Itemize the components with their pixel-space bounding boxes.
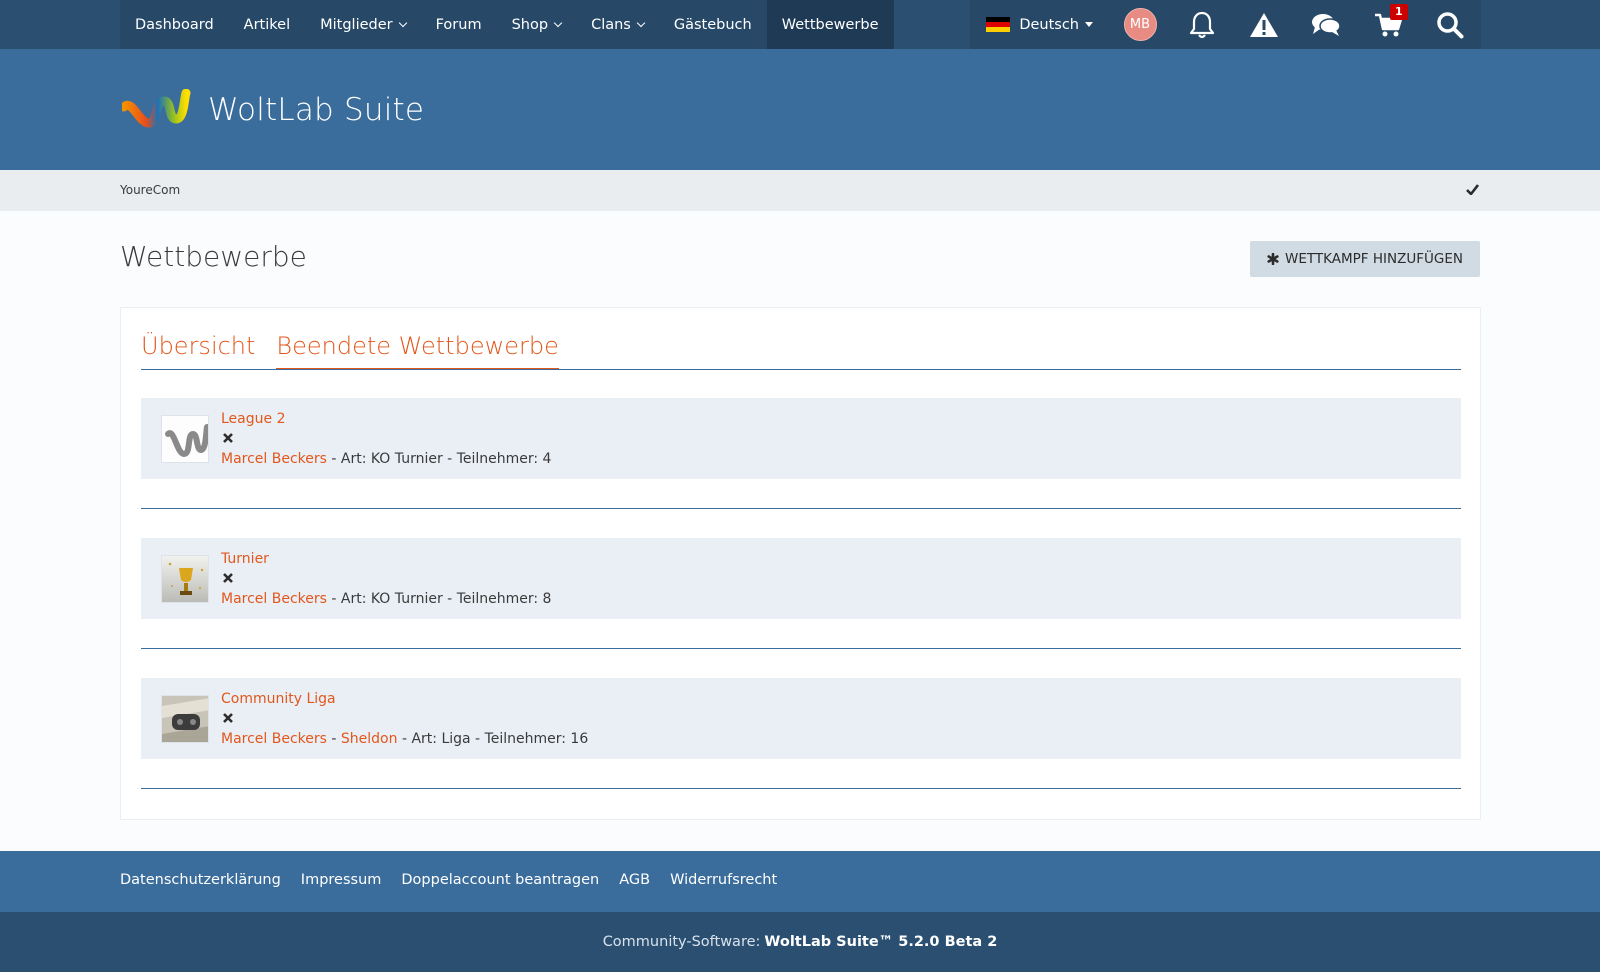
chevron-down-icon — [398, 18, 407, 27]
cart-count-badge: 1 — [1390, 4, 1408, 20]
page-header: WoltLab Suite — [0, 49, 1600, 170]
moderation-button[interactable] — [1233, 0, 1295, 49]
conversations-button[interactable] — [1295, 0, 1357, 49]
footer-link-double-account[interactable]: Doppelaccount beantragen — [401, 872, 599, 888]
add-competition-button[interactable]: WETTKAMPF HINZUFÜGEN — [1250, 241, 1480, 277]
asterisk-icon — [1267, 253, 1279, 265]
copyright-prefix: Community-Software: — [602, 934, 761, 950]
menu-item-artikel[interactable]: Artikel — [229, 0, 305, 49]
copyright-product[interactable]: WoltLab Suite™ 5.2.0 Beta 2 — [764, 934, 997, 950]
footer-navigation: Datenschutzerklärung Impressum Doppelacc… — [0, 851, 1600, 912]
competition-type: Art: Liga — [411, 731, 471, 747]
participant-count: Teilnehmer: 16 — [484, 731, 589, 747]
main-menu: Dashboard Artikel Mitglieder Forum Shop … — [120, 0, 894, 49]
list-item: League 2 Marcel Beckers - Art: KO Turnie… — [141, 398, 1461, 479]
search-button[interactable] — [1419, 0, 1481, 49]
menu-item-mitglieder[interactable]: Mitglieder — [305, 0, 421, 49]
footer-link-imprint[interactable]: Impressum — [301, 872, 382, 888]
bell-icon — [1189, 11, 1215, 38]
breadcrumb: YoureCom — [0, 170, 1600, 211]
list-item: Community Liga Marcel Beckers - Sheldon … — [141, 678, 1461, 759]
divider — [141, 508, 1461, 509]
woltlab-logo-icon — [122, 89, 191, 128]
page-title: Wettbewerbe — [120, 240, 307, 273]
tab-bar: Übersicht Beendete Wettbewerbe — [141, 332, 1461, 370]
menu-item-label: Dashboard — [135, 16, 214, 33]
avatar: MB — [1123, 8, 1157, 41]
menu-item-label: Mitglieder — [320, 16, 393, 33]
cart-button[interactable]: 1 — [1357, 0, 1419, 49]
competition-title[interactable]: Turnier — [221, 551, 269, 567]
close-icon[interactable] — [223, 573, 233, 583]
menu-item-wettbewerbe[interactable]: Wettbewerbe — [766, 0, 894, 49]
tab-overview[interactable]: Übersicht — [141, 332, 255, 369]
check-icon[interactable] — [1466, 184, 1479, 195]
add-button-label: WETTKAMPF HINZUFÜGEN — [1285, 251, 1463, 267]
footer-link-withdrawal[interactable]: Widerrufsrecht — [670, 872, 777, 888]
chevron-down-icon — [553, 18, 563, 27]
participant-count: Teilnehmer: 4 — [456, 451, 552, 467]
menu-item-label: Shop — [511, 16, 549, 33]
chat-icon — [1312, 13, 1341, 36]
menu-item-label: Artikel — [243, 16, 291, 33]
competition-meta: Marcel Beckers - Art: KO Turnier - Teiln… — [221, 451, 552, 467]
competition-meta: Marcel Beckers - Art: KO Turnier - Teiln… — [221, 591, 552, 607]
competition-type: Art: KO Turnier — [340, 591, 443, 607]
organizer-link[interactable]: Marcel Beckers — [221, 731, 327, 747]
competitions-box: Übersicht Beendete Wettbewerbe League 2 … — [120, 307, 1481, 820]
user-panel: Deutsch MB 1 — [970, 0, 1481, 49]
divider — [141, 648, 1461, 649]
language-label: Deutsch — [1019, 16, 1079, 33]
user-menu-button[interactable]: MB — [1109, 0, 1171, 49]
main-content: Wettbewerbe WETTKAMPF HINZUFÜGEN Übersic… — [0, 211, 1600, 851]
chevron-down-icon — [636, 18, 646, 27]
close-icon[interactable] — [223, 433, 233, 443]
co-organizer-link[interactable]: Sheldon — [341, 731, 398, 747]
participant-count: Teilnehmer: 8 — [456, 591, 552, 607]
breadcrumb-item[interactable]: YoureCom — [120, 183, 180, 197]
divider — [141, 788, 1461, 789]
notifications-button[interactable] — [1171, 0, 1233, 49]
caret-down-icon — [1085, 22, 1093, 27]
site-logo[interactable]: WoltLab Suite — [122, 89, 424, 131]
competition-image[interactable] — [161, 695, 209, 743]
top-bar: Dashboard Artikel Mitglieder Forum Shop … — [0, 0, 1600, 49]
search-icon — [1437, 11, 1464, 38]
german-flag-icon — [986, 17, 1011, 32]
warning-icon — [1250, 12, 1278, 37]
menu-item-shop[interactable]: Shop — [497, 0, 576, 49]
footer-link-privacy[interactable]: Datenschutzerklärung — [120, 872, 281, 888]
trophy-image — [162, 556, 208, 602]
menu-item-dashboard[interactable]: Dashboard — [120, 0, 229, 49]
list-item: Turnier Marcel Beckers - Art: KO Turnier… — [141, 538, 1461, 619]
footer-link-terms[interactable]: AGB — [619, 872, 650, 888]
menu-item-label: Wettbewerbe — [781, 16, 879, 33]
menu-item-label: Forum — [435, 16, 482, 33]
competition-meta: Marcel Beckers - Sheldon - Art: Liga - T… — [221, 731, 589, 747]
menu-item-forum[interactable]: Forum — [421, 0, 497, 49]
menu-item-label: Gästebuch — [673, 16, 752, 33]
copyright: Community-Software: WoltLab Suite™ 5.2.0… — [0, 912, 1600, 972]
menu-item-gaestebuch[interactable]: Gästebuch — [659, 0, 767, 49]
organizer-link[interactable]: Marcel Beckers — [221, 451, 327, 467]
close-icon[interactable] — [223, 713, 233, 723]
logo-text: WoltLab Suite — [208, 92, 425, 128]
competition-image[interactable] — [161, 555, 209, 603]
woltlab-w-image — [162, 416, 208, 462]
competition-title[interactable]: League 2 — [221, 411, 285, 427]
organizer-link[interactable]: Marcel Beckers — [221, 591, 327, 607]
controller-image — [162, 696, 208, 742]
competition-image[interactable] — [161, 415, 209, 463]
language-selector[interactable]: Deutsch — [970, 0, 1109, 49]
tab-finished-competitions[interactable]: Beendete Wettbewerbe — [276, 332, 559, 369]
menu-item-clans[interactable]: Clans — [576, 0, 659, 49]
competition-title[interactable]: Community Liga — [221, 691, 336, 707]
competition-type: Art: KO Turnier — [340, 451, 443, 467]
menu-item-label: Clans — [591, 16, 631, 33]
